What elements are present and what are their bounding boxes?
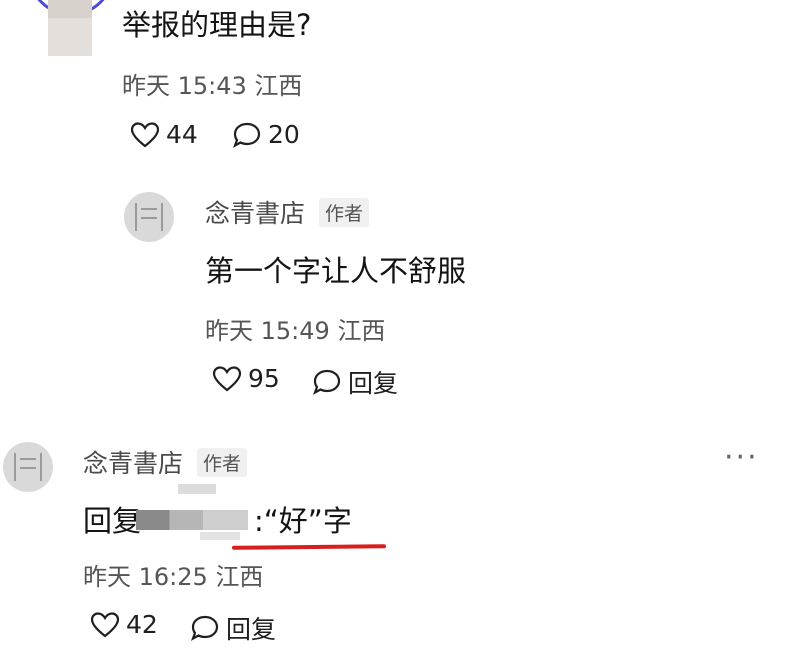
- like-count: 95: [248, 364, 280, 393]
- heart-icon: [90, 611, 120, 639]
- redacted-username: [178, 484, 216, 494]
- red-underline-annotation: [231, 544, 387, 550]
- reply-label: 回复: [348, 369, 399, 398]
- heart-icon: [130, 121, 160, 149]
- reply-label: 回复: [226, 615, 277, 644]
- comment-bubble-icon: [232, 121, 262, 149]
- location: 江西: [215, 563, 264, 591]
- author-badge: 作者: [197, 447, 248, 477]
- heart-icon: [212, 365, 242, 393]
- like-button[interactable]: 42: [90, 610, 158, 639]
- reply-text: 第一个字让人不舒服: [205, 254, 467, 288]
- timestamp: 昨天 15:49: [205, 317, 330, 345]
- timestamp: 昨天 15:43: [122, 72, 247, 100]
- comment-bubble-icon: [312, 368, 342, 396]
- timestamp: 昨天 16:25: [83, 563, 208, 591]
- more-options-icon[interactable]: ···: [724, 440, 759, 475]
- comment-meta: 昨天 15:43 江西: [122, 66, 302, 101]
- username[interactable]: 念青書店: [205, 194, 305, 230]
- reply-meta: 昨天 15:49 江西: [205, 311, 385, 346]
- reply-button[interactable]: 回复: [312, 364, 398, 400]
- username[interactable]: 念青書店: [83, 444, 183, 480]
- redacted-avatar: [48, 0, 92, 56]
- avatar[interactable]: [124, 192, 174, 242]
- like-count: 44: [166, 120, 198, 149]
- author-badge: 作者: [319, 197, 370, 227]
- comment-bubble-icon: [190, 614, 220, 642]
- reply-button[interactable]: 20: [232, 120, 300, 149]
- redacted-username: [200, 532, 240, 540]
- reply-button[interactable]: 回复: [190, 610, 276, 646]
- redacted-username: [136, 510, 248, 530]
- like-button[interactable]: 44: [130, 120, 198, 149]
- comment-text: 举报的理由是?: [122, 8, 312, 42]
- reply-meta: 昨天 16:25 江西: [83, 557, 263, 592]
- avatar[interactable]: [3, 442, 53, 492]
- like-button[interactable]: 95: [212, 364, 280, 393]
- reply-text: :“好”字: [254, 504, 352, 538]
- location: 江西: [337, 317, 386, 345]
- reply-count: 20: [268, 120, 300, 149]
- like-count: 42: [126, 610, 158, 639]
- location: 江西: [254, 72, 303, 100]
- reply-header: 念青書店 作者: [205, 194, 370, 230]
- reply-header: 念青書店 作者: [83, 444, 248, 480]
- reply-prefix: 回复: [83, 504, 142, 538]
